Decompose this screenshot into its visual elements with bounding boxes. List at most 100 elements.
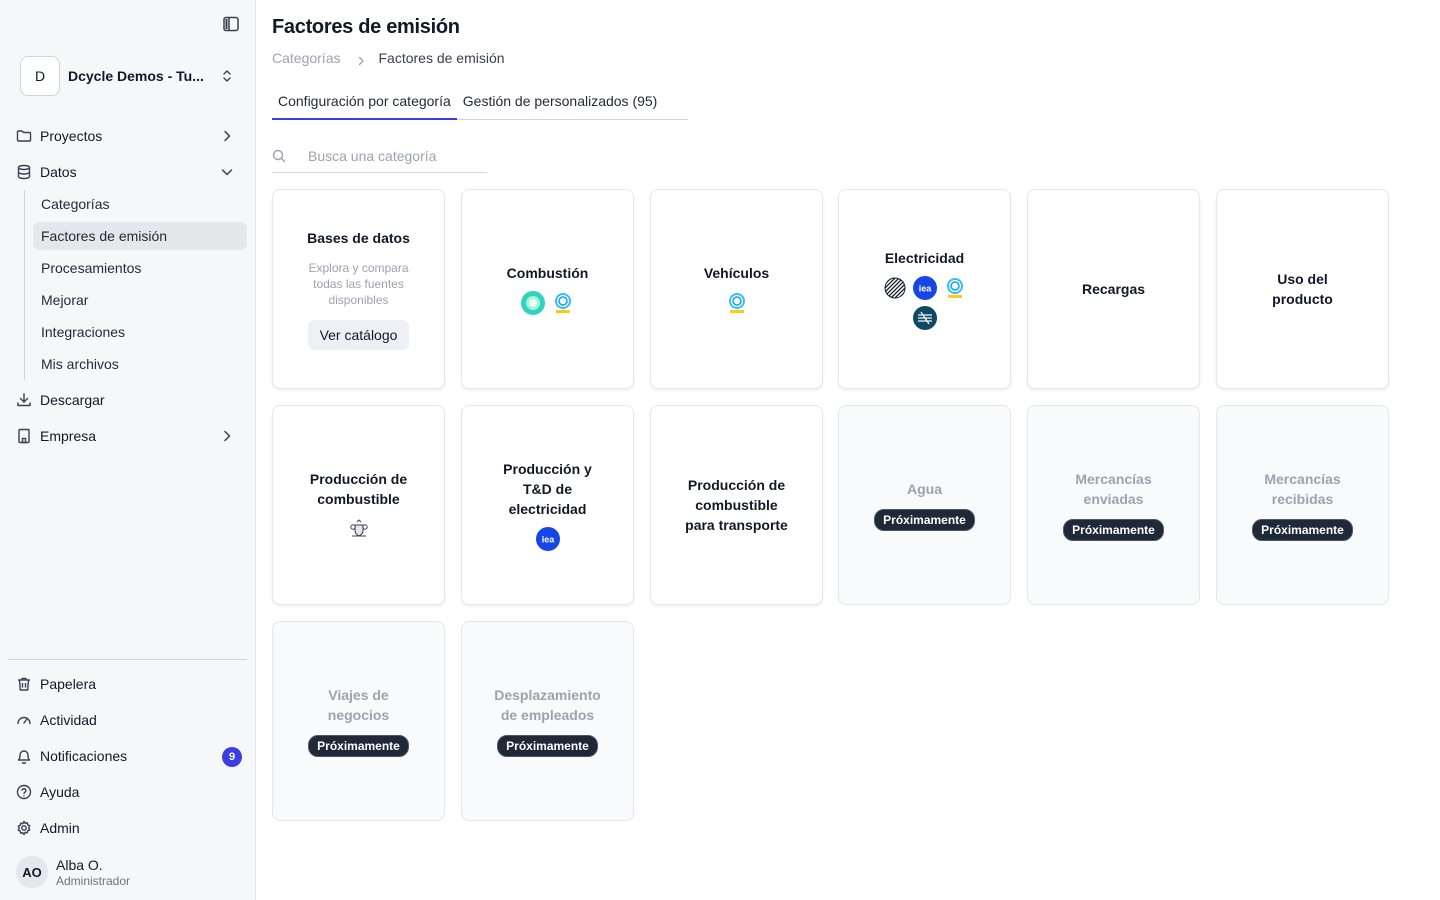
card-viajes-de-negocios: Viajes de negocios Próximamente: [272, 621, 445, 821]
breadcrumb: Categorías Factores de emisión: [272, 49, 505, 67]
card-electricidad[interactable]: Electricidad iea: [838, 189, 1011, 389]
card-bases-de-datos: Bases de datos Explora y compara todas l…: [272, 189, 445, 389]
card-desplazamiento-de-empleados: Desplazamiento de empleados Próximamente: [461, 621, 634, 821]
sidebar-subitem-mis-archivos[interactable]: Mis archivos: [33, 350, 247, 378]
tab-configuracion-por-categoria[interactable]: Configuración por categoría: [272, 88, 457, 120]
breadcrumb-current: Factores de emisión: [378, 50, 505, 66]
source-logos: [689, 291, 785, 315]
sidebar-collapse-icon[interactable]: [222, 15, 240, 33]
sidebar-item-label: Ayuda: [40, 784, 80, 800]
user-name: Alba O.: [56, 856, 103, 873]
card-title: Agua: [907, 481, 942, 497]
tab-gestion-de-personalizados[interactable]: Gestión de personalizados (95): [457, 88, 664, 120]
help-circle-icon: [16, 784, 32, 800]
workspace-switcher[interactable]: D Dcycle Demos - Tu...: [20, 56, 242, 96]
sidebar-item-empresa[interactable]: Empresa: [16, 422, 244, 450]
workspace-name: Dcycle Demos - Tu...: [68, 68, 204, 84]
user-profile[interactable]: AO Alba O. Administrador: [16, 856, 130, 888]
chevron-right-icon: [356, 53, 366, 66]
card-uso-del-producto[interactable]: Uso del producto: [1216, 189, 1389, 389]
source-logos: iea: [500, 527, 596, 551]
notification-count-badge: 9: [222, 747, 242, 767]
card-title: Bases de datos: [307, 230, 410, 246]
card-title: Recargas: [1081, 281, 1146, 297]
sidebar-subitem-integraciones[interactable]: Integraciones: [33, 318, 247, 346]
card-title: Desplazamiento de empleados: [494, 687, 601, 723]
status-badge: Próximamente: [308, 735, 409, 757]
status-badge: Próximamente: [874, 509, 975, 531]
sidebar-item-label: Datos: [40, 164, 77, 180]
source-logos: iea: [877, 276, 973, 330]
database-icon: [16, 164, 32, 180]
source-logos: [500, 291, 596, 315]
card-recargas[interactable]: Recargas: [1027, 189, 1200, 389]
ree-logo-icon: [912, 306, 937, 330]
miteco-logo-icon: [725, 291, 749, 315]
card-produccion-de-combustible[interactable]: Producción de combustible: [272, 405, 445, 605]
sidebar-divider: [8, 659, 247, 660]
sidebar-item-label: Empresa: [40, 428, 97, 444]
card-title: Producción y T&D de electricidad: [503, 461, 592, 517]
submenu-guide-line: [24, 190, 25, 380]
sidebar-item-papelera[interactable]: Papelera: [16, 670, 244, 698]
sidebar-item-label: Actividad: [40, 712, 97, 728]
card-title: Mercancías recibidas: [1264, 471, 1341, 507]
workspace-avatar: D: [20, 56, 60, 96]
tab-bar: Configuración por categoría Gestión de p…: [272, 88, 688, 120]
sidebar-subitem-mejorar[interactable]: Mejorar: [33, 286, 247, 314]
sidebar-item-proyectos[interactable]: Proyectos: [16, 122, 244, 150]
download-icon: [16, 392, 32, 408]
chevron-right-icon: [220, 429, 234, 443]
card-produccion-de-combustible-para-transporte[interactable]: Producción de combustible para transport…: [650, 405, 823, 605]
chevron-right-icon: [220, 129, 234, 143]
card-title: Mercancías enviadas: [1075, 471, 1152, 507]
card-title: Producción de combustible para transport…: [685, 477, 788, 533]
card-mercancias-enviadas: Mercancías enviadas Próximamente: [1027, 405, 1200, 605]
sidebar-item-label: Descargar: [40, 392, 105, 408]
search-input[interactable]: [308, 148, 478, 164]
card-vehiculos[interactable]: Vehículos: [650, 189, 823, 389]
search-field: [272, 140, 487, 173]
card-title: Producción de combustible: [309, 471, 408, 507]
sidebar-item-actividad[interactable]: Actividad: [16, 706, 244, 734]
card-title: Viajes de negocios: [327, 687, 390, 723]
folder-icon: [16, 128, 32, 144]
card-title: Vehículos: [703, 265, 770, 281]
trash-icon: [16, 676, 32, 692]
sidebar-item-admin[interactable]: Admin: [16, 814, 244, 842]
breadcrumb-parent-link[interactable]: Categorías: [272, 50, 340, 66]
gauge-icon: [16, 712, 32, 728]
card-produccion-y-td-de-electricidad[interactable]: Producción y T&D de electricidad iea: [461, 405, 634, 605]
sidebar-item-label: Papelera: [40, 676, 97, 692]
page-title: Factores de emisión: [272, 16, 460, 38]
status-badge: Próximamente: [497, 735, 598, 757]
striped-circle-logo-icon: [883, 276, 907, 300]
sidebar: D Dcycle Demos - Tu... Proyectos Datos C…: [0, 0, 256, 900]
source-logos: [311, 517, 407, 541]
sidebar-item-label: Admin: [40, 820, 80, 836]
card-title: Combustión: [506, 265, 589, 281]
sidebar-subitem-procesamientos[interactable]: Procesamientos: [33, 254, 247, 282]
sidebar-item-label: Notificaciones: [40, 748, 128, 764]
uk-government-crest-logo-icon: [347, 517, 371, 541]
sidebar-subitem-factores-de-emision[interactable]: Factores de emisión: [33, 222, 247, 250]
sidebar-item-label: Proyectos: [40, 128, 103, 144]
card-combustion[interactable]: Combustión: [461, 189, 634, 389]
card-title: Electricidad: [884, 250, 965, 266]
card-title: Uso del producto: [1272, 271, 1333, 307]
sidebar-item-descargar[interactable]: Descargar: [16, 386, 244, 414]
sidebar-item-datos[interactable]: Datos: [16, 158, 244, 186]
bell-icon: [16, 748, 32, 765]
building-icon: [16, 428, 32, 444]
status-badge: Próximamente: [1063, 519, 1164, 541]
miteco-logo-icon: [551, 291, 575, 315]
miteco-logo-icon: [943, 276, 967, 300]
sidebar-item-ayuda[interactable]: Ayuda: [16, 778, 244, 806]
sidebar-subitem-categorias[interactable]: Categorías: [33, 190, 247, 218]
teal-circle-logo-icon: [520, 291, 545, 315]
card-mercancias-recibidas: Mercancías recibidas Próximamente: [1216, 405, 1389, 605]
iea-logo-icon: iea: [912, 276, 937, 300]
sidebar-item-notificaciones[interactable]: Notificaciones 9: [16, 742, 244, 770]
search-icon: [272, 149, 286, 163]
view-catalog-button[interactable]: Ver catálogo: [307, 320, 410, 350]
